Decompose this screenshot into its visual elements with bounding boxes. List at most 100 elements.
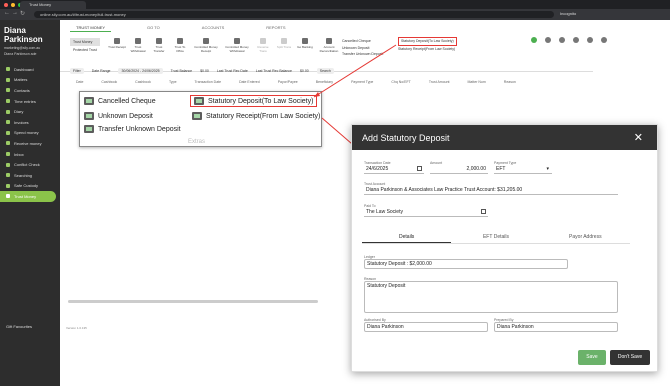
column-header[interactable]: Date Entered — [239, 80, 260, 84]
zoom-statutory-receipt[interactable]: Statutory Receipt(From Law Society) — [192, 112, 320, 120]
trust-money-view[interactable]: Trust Money — [70, 38, 100, 46]
column-header[interactable]: Chq No/EFT — [391, 80, 410, 84]
tab-accounts[interactable]: ACCOUNTS — [196, 24, 230, 32]
sidebar-item-safe-custody[interactable]: Safe Custody — [0, 181, 60, 192]
close-window-icon[interactable] — [4, 2, 8, 7]
column-header[interactable]: Trust Amount — [429, 80, 450, 84]
dont-save-button[interactable]: Don't Save — [610, 350, 650, 365]
payment-type-select[interactable]: Payment Type EFT ▾ — [494, 161, 552, 174]
horizontal-scrollbar[interactable] — [68, 300, 318, 303]
paid-to-field[interactable]: Paid To The Law Society — [364, 204, 488, 217]
contact-lookup-icon[interactable] — [481, 209, 486, 214]
protected-trust-view[interactable]: Protected Trust — [70, 46, 100, 54]
transfer-unknown-deposit-item[interactable]: Transfer Unknown Deposit — [342, 51, 383, 58]
column-header[interactable]: Transaction Date — [195, 80, 222, 84]
column-header[interactable]: Payment Type — [351, 80, 373, 84]
sidebar-item-matters[interactable]: Matters — [0, 75, 60, 86]
reason-field[interactable]: Reason Statutory Deposit — [364, 277, 618, 313]
add-statutory-deposit-dialog: Add Statutory Deposit ✕ Transaction Date… — [351, 124, 658, 372]
sidebar-item-trust-money[interactable]: Trust Money — [0, 191, 56, 202]
user-role: Diana Parkinson ade — [4, 52, 37, 56]
back-icon[interactable]: ← — [4, 10, 10, 16]
sidebar-item-searching[interactable]: Searching — [0, 170, 60, 181]
tab-payor-address[interactable]: Payor Address — [541, 230, 630, 243]
minimize-window-icon[interactable] — [11, 2, 15, 7]
split-trans-button[interactable]: Split Trans — [275, 38, 293, 53]
zoom-statutory-deposit[interactable]: Statutory Deposit(To Law Society) — [190, 95, 318, 107]
account-reconciliation-button[interactable]: Account Reconciliation — [317, 38, 341, 53]
trust-transfer-button[interactable]: Trust Transfer — [150, 38, 168, 53]
trust-to-office-button[interactable]: Trust To Office — [171, 38, 189, 53]
incognito-label[interactable]: Incognito — [560, 11, 576, 16]
ledger-field[interactable]: Ledger Statutory Deposit : $2,000.00 — [364, 255, 568, 269]
column-header[interactable]: Matter Num — [468, 80, 486, 84]
column-header[interactable]: Beneficiary — [316, 80, 333, 84]
trust-receipt-button[interactable]: Trust Receipt — [108, 38, 126, 53]
column-header[interactable]: Date — [76, 80, 83, 84]
zoom-transfer-unknown-deposit[interactable]: Transfer Unknown Deposit — [84, 125, 181, 133]
deposit-icon — [194, 97, 204, 105]
safe-icon — [6, 183, 10, 188]
go-banking-button[interactable]: Go Banking — [296, 38, 314, 53]
sidebar-item-dashboard[interactable]: Dashboard — [0, 64, 60, 75]
prepared-by-field[interactable]: Prepared By Diana Parkinson — [494, 318, 618, 332]
avatar[interactable] — [601, 37, 607, 43]
notification-icon[interactable] — [545, 37, 551, 43]
transaction-date-field[interactable]: Transaction Date 24/6/2025 — [364, 161, 424, 174]
controlled-money-receipt-button[interactable]: Controlled Money Receipt — [192, 38, 220, 53]
save-button[interactable]: Save — [578, 350, 606, 365]
statutory-receipt-item[interactable]: Statutory Receipt(From Law Society) — [398, 46, 457, 53]
tab-eft-details[interactable]: EFT Details — [451, 230, 540, 243]
zoom-cancelled-cheque[interactable]: Cancelled Cheque — [84, 97, 156, 105]
zoom-unknown-deposit[interactable]: Unknown Deposit — [84, 112, 153, 120]
sidebar-item-invoices[interactable]: Invoices — [0, 117, 60, 128]
statutory-deposit-item[interactable]: Statutory Deposit(To Law Society) — [398, 37, 457, 46]
transfer-icon — [84, 125, 94, 133]
receipt-icon — [203, 38, 209, 44]
browser-tab[interactable]: Trust Money — [20, 1, 86, 9]
column-header[interactable]: Type — [169, 80, 177, 84]
forward-icon[interactable]: → — [12, 10, 18, 16]
reverse-trans-button[interactable]: Reverse Trans — [254, 38, 272, 53]
receive-icon — [6, 141, 10, 146]
sidebar-item-receive-money[interactable]: Receive money — [0, 138, 60, 149]
column-header[interactable]: Cashbook — [101, 80, 117, 84]
trust-account-field[interactable]: Trust Account Diana Parkinson & Associat… — [364, 182, 618, 195]
address-bar[interactable]: online.sily.com.au/#/trust-money/full-tr… — [34, 11, 554, 18]
sidebar-item-inbox[interactable]: Inbox — [0, 149, 60, 160]
sidebar-item-spend-money[interactable]: Spend money — [0, 128, 60, 139]
spend-icon — [6, 130, 10, 135]
filter-button[interactable]: Filter — [70, 68, 84, 74]
column-header[interactable]: Payor/Payee — [278, 80, 298, 84]
amount-field[interactable]: Amount 2,000.00 — [430, 161, 488, 174]
search-input[interactable]: Search — [316, 68, 334, 74]
sidebar-item-contacts[interactable]: Contacts — [0, 85, 60, 96]
inbox-icon — [6, 152, 10, 157]
date-range-input[interactable]: 30/06/2024 - 24/06/2025 — [118, 68, 163, 74]
chevron-down-icon: ▾ — [546, 166, 549, 172]
gift-favourites[interactable]: Gift Favourites — [6, 324, 32, 329]
mail-icon[interactable] — [559, 37, 565, 43]
reload-icon[interactable]: ↻ — [20, 10, 25, 17]
trust-withdrawal-button[interactable]: Trust Withdrawal — [129, 38, 147, 53]
sidebar-item-conflict-check[interactable]: Conflict Check — [0, 159, 60, 170]
browser-toolbar: ← → ↻ online.sily.com.au/#/trust-money/f… — [0, 9, 670, 20]
controlled-money-withdrawal-button[interactable]: Controlled Money Withdrawal — [223, 38, 251, 53]
calendar-icon — [6, 109, 10, 114]
extras-zoom-callout: Cancelled Cheque Unknown Deposit Transfe… — [79, 91, 322, 147]
column-header[interactable]: Reason — [504, 80, 516, 84]
tab-reports[interactable]: REPORTS — [260, 24, 291, 32]
close-icon[interactable]: ✕ — [634, 131, 643, 144]
gear-icon[interactable] — [587, 37, 593, 43]
add-icon[interactable] — [531, 37, 537, 43]
authorised-by-field[interactable]: Authorised By Diana Parkinson — [364, 318, 488, 332]
sidebar-item-time-entries[interactable]: Time entries — [0, 96, 60, 107]
tab-details[interactable]: Details — [362, 230, 452, 243]
invoice-icon — [6, 120, 10, 125]
calendar-icon[interactable] — [417, 166, 422, 171]
chat-icon[interactable] — [573, 37, 579, 43]
column-header[interactable]: Cashbook — [135, 80, 151, 84]
sidebar-item-diary[interactable]: Diary — [0, 106, 60, 117]
tab-go-to[interactable]: GO TO — [141, 24, 166, 32]
tab-trust-money[interactable]: TRUST MONEY — [70, 24, 112, 32]
